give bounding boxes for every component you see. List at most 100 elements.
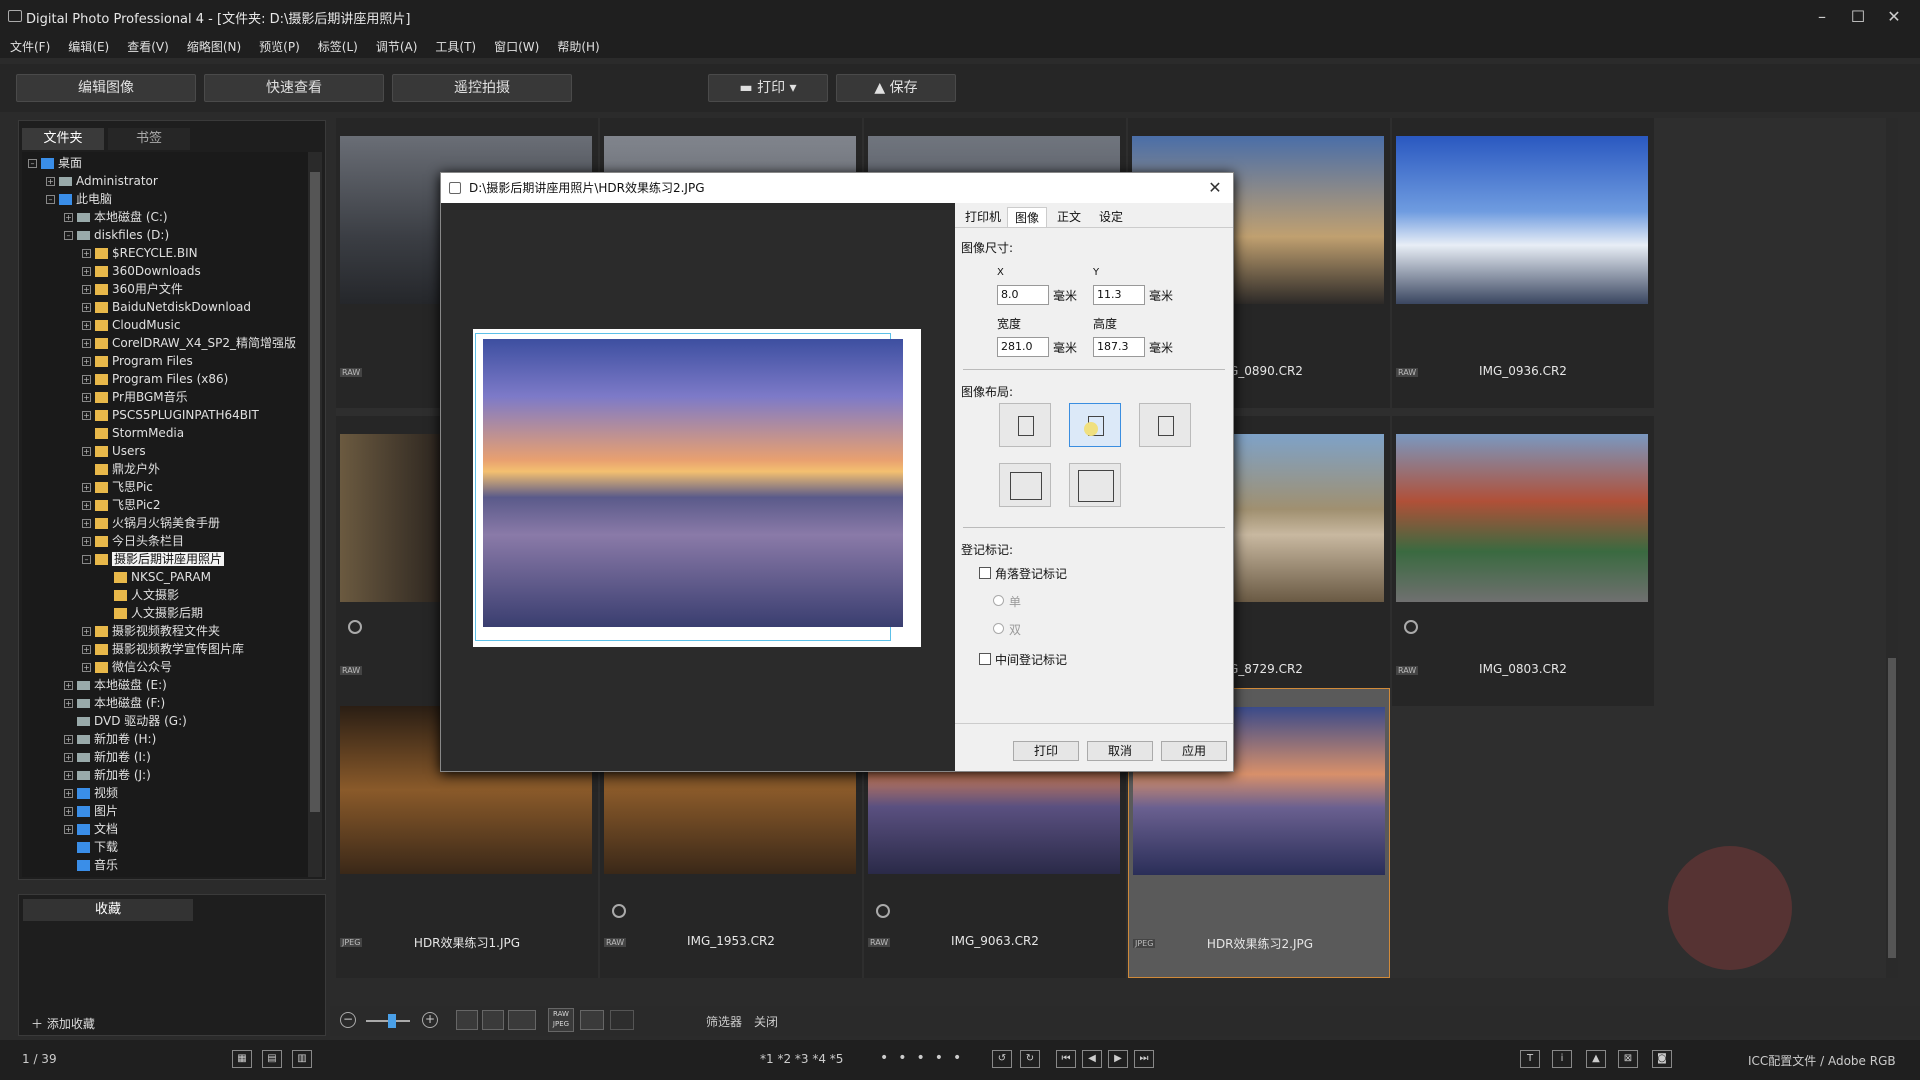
tree-item[interactable]: + PSCS5PLUGINPATH64BIT — [82, 406, 259, 424]
scrollbar-thumb[interactable] — [1888, 658, 1896, 958]
view-small-button[interactable] — [456, 1010, 478, 1030]
tab-bookmark[interactable]: 书签 — [108, 128, 190, 150]
edit-image-button[interactable]: 编辑图像 — [16, 74, 196, 102]
close-icon[interactable]: ✕ — [1205, 177, 1225, 199]
center-mark-checkbox[interactable] — [979, 653, 991, 665]
menu-file[interactable]: 文件(F) — [10, 38, 50, 55]
tree-item[interactable]: 下载 — [77, 838, 118, 856]
tree-item[interactable]: + 本地磁盘 (E:) — [64, 676, 167, 694]
first-image-icon[interactable]: ⏮ — [1056, 1050, 1076, 1068]
thumbnail-cell[interactable]: RAW IMG_0803.CR2 — [1392, 416, 1654, 706]
tab-folder[interactable]: 文件夹 — [22, 128, 104, 150]
add-favorite-button[interactable]: ＋ 添加收藏 — [31, 1015, 95, 1032]
tab-text[interactable]: 正文 — [1049, 207, 1089, 227]
tree-item[interactable]: + 视频 — [64, 784, 118, 802]
rotate-left-icon[interactable]: ↺ — [992, 1050, 1012, 1068]
tree-item[interactable]: – 桌面 — [28, 154, 82, 172]
y-field[interactable]: 11.3 — [1093, 285, 1145, 305]
tree-item[interactable]: + 摄影视频教学宣传图片库 — [82, 640, 244, 658]
tree-item-selected[interactable]: – 摄影后期讲座用照片 — [82, 550, 225, 568]
tree-item[interactable]: + Pr用BGM音乐 — [82, 388, 188, 406]
tree-item[interactable]: + 本地磁盘 (F:) — [64, 694, 165, 712]
tree-scrollbar[interactable] — [308, 152, 322, 877]
zoom-in-icon[interactable]: + — [422, 1012, 438, 1028]
filter-close-button[interactable]: 关闭 — [754, 1013, 778, 1030]
tree-item[interactable]: 人文摄影 — [114, 586, 179, 604]
double-radio[interactable] — [993, 623, 1004, 634]
view-medium-button[interactable] — [482, 1010, 504, 1030]
tree-item[interactable]: + Program Files — [82, 352, 193, 370]
apply-button[interactable]: 应用 — [1161, 741, 1227, 761]
height-field[interactable]: 187.3 — [1093, 337, 1145, 357]
menu-window[interactable]: 窗口(W) — [494, 38, 539, 55]
save-button[interactable]: ▲ 保存 — [836, 74, 956, 102]
thumbnail-image[interactable] — [1396, 136, 1648, 304]
print-button[interactable]: 打印 — [1013, 741, 1079, 761]
tree-item[interactable]: NKSC_PARAM — [114, 568, 211, 586]
preview-image[interactable] — [483, 339, 903, 627]
tree-item[interactable]: + 火锅月火锅美食手册 — [82, 514, 220, 532]
compare-view-icon[interactable] — [610, 1010, 634, 1030]
rating-buttons[interactable]: *1 *2 *3 *4 *5 — [760, 1052, 843, 1066]
cancel-button[interactable]: 取消 — [1087, 741, 1153, 761]
crop-icon[interactable]: ⊠ — [1618, 1050, 1638, 1068]
zoom-slider-handle[interactable] — [388, 1014, 396, 1028]
tree-item[interactable]: + 飞思Pic2 — [82, 496, 161, 514]
split-view-icon[interactable]: ▥ — [292, 1050, 312, 1068]
tree-item[interactable]: + 图片 — [64, 802, 118, 820]
thumbnail-image[interactable] — [340, 434, 440, 602]
tree-item[interactable]: + Program Files (x86) — [82, 370, 228, 388]
tree-item[interactable]: +360Downloads — [82, 262, 201, 280]
tree-item[interactable]: + 新加卷 (I:) — [64, 748, 151, 766]
layout-right-button[interactable] — [1139, 403, 1191, 447]
tree-item[interactable]: 音乐 — [77, 856, 118, 874]
grid-view-icon[interactable] — [580, 1010, 604, 1030]
menu-label[interactable]: 标签(L) — [318, 38, 358, 55]
tree-item[interactable]: + 微信公众号 — [82, 658, 172, 676]
tree-item[interactable]: + 文档 — [64, 820, 118, 838]
rating-dots[interactable]: ••••• — [880, 1050, 971, 1066]
tree-item[interactable]: – diskfiles (D:) — [64, 226, 169, 244]
quick-check-button[interactable]: 快速查看 — [204, 74, 384, 102]
layout-left-button[interactable] — [999, 403, 1051, 447]
layout-center-button[interactable] — [1069, 403, 1121, 447]
menu-help[interactable]: 帮助(H) — [557, 38, 599, 55]
tab-printer[interactable]: 打印机 — [959, 207, 1007, 227]
menu-preview[interactable]: 预览(P) — [259, 38, 300, 55]
camera-icon[interactable]: ◙ — [1652, 1050, 1672, 1068]
maximize-icon[interactable]: ☐ — [1846, 6, 1870, 28]
menu-tools[interactable]: 工具(T) — [435, 38, 476, 55]
tab-settings[interactable]: 设定 — [1091, 207, 1131, 227]
tree-item[interactable]: + Users — [82, 442, 146, 460]
last-image-icon[interactable]: ⏭ — [1134, 1050, 1154, 1068]
single-radio[interactable] — [993, 595, 1004, 606]
tree-item[interactable]: + 飞思Pic — [82, 478, 153, 496]
tree-item[interactable]: 鼎龙户外 — [95, 460, 160, 478]
rotate-right-icon[interactable]: ↻ — [1020, 1050, 1040, 1068]
corner-mark-checkbox[interactable] — [979, 567, 991, 579]
thumbnail-cell[interactable]: RAW IMG_0936.CR2 — [1392, 118, 1654, 408]
tree-item[interactable]: + $RECYCLE.BIN — [82, 244, 198, 262]
previous-image-icon[interactable]: ◀ — [1082, 1050, 1102, 1068]
menu-thumbnail[interactable]: 缩略图(N) — [187, 38, 241, 55]
menu-adjust[interactable]: 调节(A) — [376, 38, 418, 55]
scrollbar-thumb[interactable] — [310, 172, 320, 812]
tab-image[interactable]: 图像 — [1007, 207, 1047, 227]
tree-item[interactable]: + BaiduNetdiskDownload — [82, 298, 251, 316]
view-list-button[interactable] — [508, 1010, 536, 1030]
grid-scrollbar[interactable] — [1886, 118, 1898, 978]
x-field[interactable]: 8.0 — [997, 285, 1049, 305]
tree-item[interactable]: 人文摄影后期 — [114, 604, 203, 622]
grid-thumbnail-icon[interactable]: ▦ — [232, 1050, 252, 1068]
next-image-icon[interactable]: ▶ — [1108, 1050, 1128, 1068]
thumbnail-image[interactable] — [1396, 434, 1648, 602]
tool-palette-icon[interactable]: T — [1520, 1050, 1540, 1068]
histogram-icon[interactable]: ▲ — [1586, 1050, 1606, 1068]
raw-jpeg-toggle-icon[interactable]: RAW JPEG — [548, 1008, 574, 1032]
minimize-icon[interactable]: – — [1810, 6, 1834, 28]
large-thumbnail-icon[interactable]: ▤ — [262, 1050, 282, 1068]
remote-shooting-button[interactable]: 遥控拍摄 — [392, 74, 572, 102]
tree-item[interactable]: + 今日头条栏目 — [82, 532, 184, 550]
tree-item[interactable]: + 新加卷 (H:) — [64, 730, 156, 748]
menu-edit[interactable]: 编辑(E) — [68, 38, 109, 55]
